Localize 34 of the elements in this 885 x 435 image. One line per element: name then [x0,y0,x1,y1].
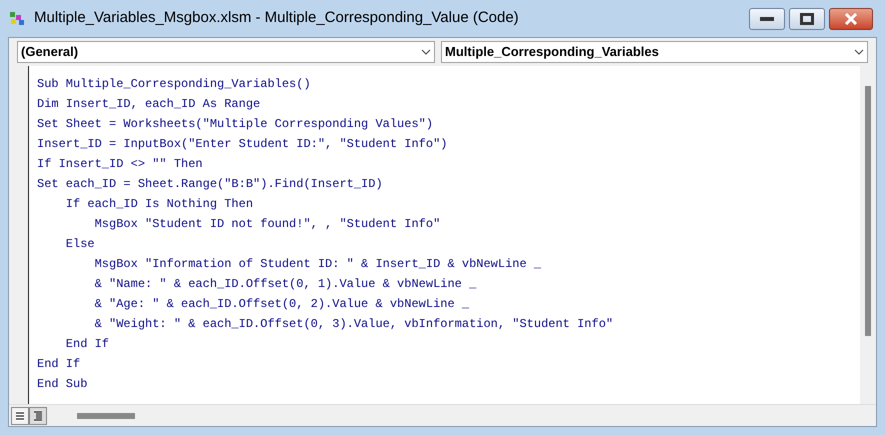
code-line: Else [64,236,96,253]
code-line: Insert_ID = InputBox("Enter Student ID:", "Student Info") [37,136,448,153]
chevron-icon [421,49,431,55]
code-line: End If [37,356,82,373]
code-line: Set each_ID = Sheet.Range("B:B").Find(Insert_ID) [37,176,384,193]
close-icon [844,12,858,24]
minimize-icon [760,16,774,20]
code-line: Set Sheet = Worksheets("Multiple Corresponding Values") [37,116,434,133]
close-button[interactable] [829,8,873,30]
code-line: MsgBox "Information of Student ID: " & Insert_ID & vbNewLine _ [94,256,542,273]
code-line: & "Weight: " & each_ID.Offset(0, 3).Value, vbInformation, "Student Info" [94,316,614,333]
code-line: If each_ID Is Nothing Then [64,196,254,213]
object-dropdown[interactable]: (General) [17,41,435,63]
lines-icon [15,412,25,420]
procedure-view-button[interactable] [11,406,29,424]
code-line: Dim Insert_ID, each_ID As Range [37,96,262,113]
code-line: End If [64,336,110,353]
code-line: MsgBox "Student ID not found!", , "Student Info" [94,216,442,233]
module-view-button[interactable] [29,406,47,424]
maximize-icon [800,12,814,24]
lines-icon [33,410,43,420]
dropdown-value: (General) [21,43,80,62]
code-editor[interactable] [29,66,860,404]
code-line: & "Age: " & each_ID.Offset(0, 2).Value & vbNewLine _ [94,296,470,313]
window-title: Multiple_Variables_Msgbox.xlsm - Multiple_Corresponding_Value (Code) [34,8,519,28]
code-line: Sub Multiple_Corresponding_Variables() [37,76,312,93]
code-line: End Sub [37,376,88,393]
procedure-dropdown[interactable]: Multiple_Corresponding_Variables [441,41,868,63]
minimize-button[interactable] [749,8,785,30]
maximize-button[interactable] [789,8,825,30]
chevron-icon [854,49,864,55]
code-line: If Insert_ID <> "" Then [37,156,204,173]
dropdown-value: Multiple_Corresponding_Variables [445,43,660,62]
code-line: & "Name: " & each_ID.Offset(0, 1).Value & vbNewLine _ [94,276,478,293]
